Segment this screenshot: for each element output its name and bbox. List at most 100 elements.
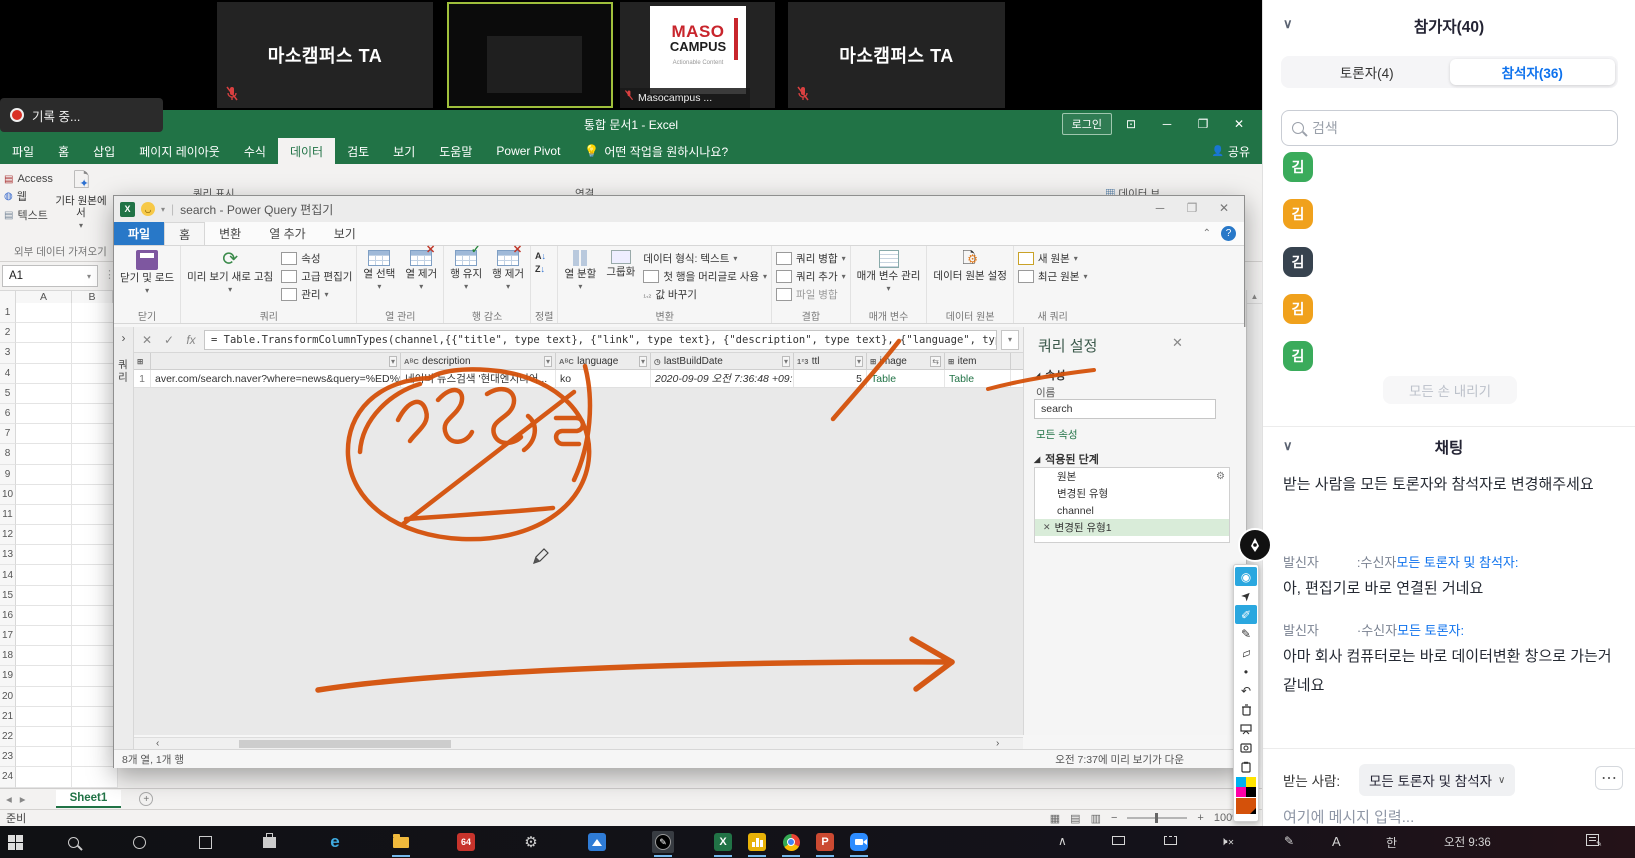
refresh-preview-button[interactable]: ⟳ 미리 보기 새로 고침 ▾ bbox=[185, 248, 275, 296]
video-tile-4[interactable]: 마소캠퍼스 TA bbox=[788, 2, 1005, 108]
zoom-slider[interactable] bbox=[1127, 813, 1188, 823]
cancel-formula-icon[interactable]: ✕ bbox=[138, 333, 156, 347]
draw-pen-tool[interactable]: ✎ bbox=[1235, 624, 1257, 643]
close-and-load-button[interactable]: 닫기 및 로드 ▾ bbox=[118, 248, 176, 297]
row-number[interactable]: 21 bbox=[0, 706, 16, 727]
expand-column-icon[interactable]: ⇆ bbox=[930, 355, 941, 367]
pq-tab-file[interactable]: 파일 bbox=[114, 222, 165, 245]
pq-data-preview[interactable]: ⊞ ▾ AᴮC description ▾ AᴮC language ▾ ◷ lastBu… bbox=[134, 353, 1023, 735]
cell-a20[interactable] bbox=[16, 686, 72, 707]
applied-step-4[interactable]: ✕ 변경된 유형1 bbox=[1035, 519, 1229, 536]
name-box[interactable]: A1 ▾ bbox=[2, 265, 98, 287]
table-corner-button[interactable]: ⊞ bbox=[134, 353, 151, 369]
combine-files-button[interactable]: 파일 병합 bbox=[776, 287, 846, 302]
excel-tab-4[interactable]: 페이지 레이아웃 bbox=[127, 138, 232, 164]
excel-row-5[interactable]: 5 bbox=[0, 383, 118, 404]
cell-b16[interactable] bbox=[72, 605, 118, 626]
edge-icon[interactable]: e bbox=[324, 831, 346, 853]
row-number[interactable]: 20 bbox=[0, 686, 16, 707]
login-button[interactable]: 로그인 bbox=[1061, 113, 1112, 135]
cell-ttl[interactable]: 5 bbox=[794, 370, 867, 387]
cell-a21[interactable] bbox=[16, 706, 72, 727]
filter-icon[interactable]: ▾ bbox=[781, 355, 790, 367]
cell-a9[interactable] bbox=[16, 464, 72, 485]
data-type-button[interactable]: 데이터 형식: 텍스트 ▾ bbox=[643, 251, 767, 266]
cell-a24[interactable] bbox=[16, 767, 72, 788]
excel-tab-7[interactable]: 검토 bbox=[335, 138, 381, 164]
pq-close-icon[interactable]: ✕ bbox=[1208, 196, 1240, 220]
expand-pane-icon[interactable]: › bbox=[114, 331, 133, 345]
chat-more-button[interactable]: ⋯ bbox=[1595, 766, 1623, 790]
get-data-text-button[interactable]: ▤ 텍스트 bbox=[4, 207, 53, 223]
get-data-web-button[interactable]: ◍ 웹 bbox=[4, 188, 53, 204]
cell-a18[interactable] bbox=[16, 646, 72, 667]
ime-korean-icon[interactable]: 한 bbox=[1386, 834, 1397, 851]
cell-b10[interactable] bbox=[72, 484, 118, 505]
cell-b15[interactable] bbox=[72, 585, 118, 606]
excel-row-11[interactable]: 11 bbox=[0, 504, 118, 526]
participant-avatar-3[interactable]: 김 bbox=[1283, 247, 1313, 277]
cell-b20[interactable] bbox=[72, 686, 118, 707]
ribbon-display-options-icon[interactable]: ⊡ bbox=[1114, 110, 1148, 138]
column-header-link[interactable]: ▾ bbox=[151, 353, 401, 369]
store-icon[interactable] bbox=[258, 831, 280, 853]
pq-minimize-icon[interactable]: ─ bbox=[1144, 196, 1176, 220]
clipboard-tool[interactable] bbox=[1235, 757, 1257, 776]
pq-tab-view[interactable]: 보기 bbox=[320, 222, 370, 245]
from-other-sources-button[interactable]: 🗋✦ 기타 원본에서 ▾ bbox=[52, 168, 110, 232]
cell-b19[interactable] bbox=[72, 666, 118, 687]
row-number[interactable]: 4 bbox=[0, 363, 16, 384]
excel-row-20[interactable]: 20 bbox=[0, 686, 118, 707]
pq-tab-home[interactable]: 홈 bbox=[164, 222, 206, 245]
collapse-ribbon-icon[interactable]: ⌃ bbox=[1203, 228, 1211, 239]
cell-a1[interactable] bbox=[16, 303, 72, 324]
row-number[interactable]: 3 bbox=[0, 343, 16, 364]
cell-b13[interactable] bbox=[72, 545, 118, 566]
help-icon[interactable]: ? bbox=[1221, 226, 1236, 241]
sheet-tab-sheet1[interactable]: Sheet1 bbox=[55, 790, 122, 808]
excel-row-9[interactable]: 9 bbox=[0, 464, 118, 485]
current-color-swatch[interactable] bbox=[1236, 798, 1256, 814]
cell-language[interactable]: ko bbox=[556, 370, 651, 387]
excel-tab-1[interactable]: 파일 bbox=[0, 138, 46, 164]
cell-image-table-link[interactable]: Table bbox=[867, 370, 945, 387]
column-header-image[interactable]: ⊞ image ⇆ bbox=[867, 353, 945, 369]
excel-tab-2[interactable]: 홈 bbox=[46, 138, 81, 164]
delete-step-icon[interactable]: ✕ bbox=[1043, 522, 1051, 533]
collapse-icon[interactable]: ◢ bbox=[1034, 371, 1040, 380]
row-number[interactable]: 18 bbox=[0, 646, 16, 667]
remove-columns-button[interactable]: ✕ 열 제거 ▾ bbox=[403, 244, 439, 293]
excel-tab-3[interactable]: 삽입 bbox=[81, 138, 127, 164]
excel-row-23[interactable]: 23 bbox=[0, 747, 118, 768]
cell-a5[interactable] bbox=[16, 383, 72, 404]
normal-view-icon[interactable]: ▦ bbox=[1050, 812, 1060, 825]
scroll-right-icon[interactable]: › bbox=[996, 738, 999, 749]
replace-values-button[interactable]: ₁,₂ 값 바꾸기 bbox=[643, 287, 767, 302]
cell-a19[interactable] bbox=[16, 666, 72, 687]
cell-lastbuilddate[interactable]: 2020-09-09 오전 7:36:48 +09:00 bbox=[651, 370, 794, 387]
row-number[interactable]: 24 bbox=[0, 767, 16, 788]
participant-avatar-5[interactable]: 김 bbox=[1283, 341, 1313, 371]
clear-trash-tool[interactable] bbox=[1235, 700, 1257, 719]
collapse-icon[interactable]: ◢ bbox=[1034, 455, 1040, 464]
expand-formula-icon[interactable]: ▾ bbox=[1001, 329, 1019, 350]
pq-titlebar[interactable]: X ◡ ▾ | search - Power Query 편집기 ─ ❐ ✕ bbox=[114, 196, 1244, 222]
use-first-row-headers-button[interactable]: 첫 행을 머리글로 사용 ▾ bbox=[643, 269, 767, 284]
scroll-up-icon[interactable]: ▲ bbox=[1247, 290, 1262, 304]
cell-b23[interactable] bbox=[72, 747, 118, 768]
get-data-access-button[interactable]: ▤ Access bbox=[4, 173, 53, 185]
pq-table-row-1[interactable]: 1 aver.com/search.naver?where=news&query… bbox=[134, 370, 1023, 388]
column-header-language[interactable]: AᴮC language ▾ bbox=[556, 353, 651, 369]
excel-row-22[interactable]: 22 bbox=[0, 726, 118, 748]
video-tile-1[interactable]: 마소캠퍼스 TA bbox=[217, 2, 433, 108]
cell-description[interactable]: 네이버 뉴스검색 '현대엔지니어... bbox=[401, 370, 556, 387]
column-header-b[interactable]: B bbox=[72, 291, 113, 303]
row-number[interactable]: 22 bbox=[0, 726, 16, 748]
remove-rows-button[interactable]: ✕ 행 제거 ▾ bbox=[490, 244, 526, 293]
properties-button[interactable]: 속성 bbox=[281, 251, 352, 266]
scrollbar-thumb[interactable] bbox=[239, 740, 451, 748]
filter-icon[interactable]: ▾ bbox=[543, 355, 552, 367]
row-number[interactable]: 10 bbox=[0, 484, 16, 505]
color-palette[interactable] bbox=[1236, 777, 1256, 797]
close-settings-icon[interactable]: ✕ bbox=[1172, 335, 1183, 351]
